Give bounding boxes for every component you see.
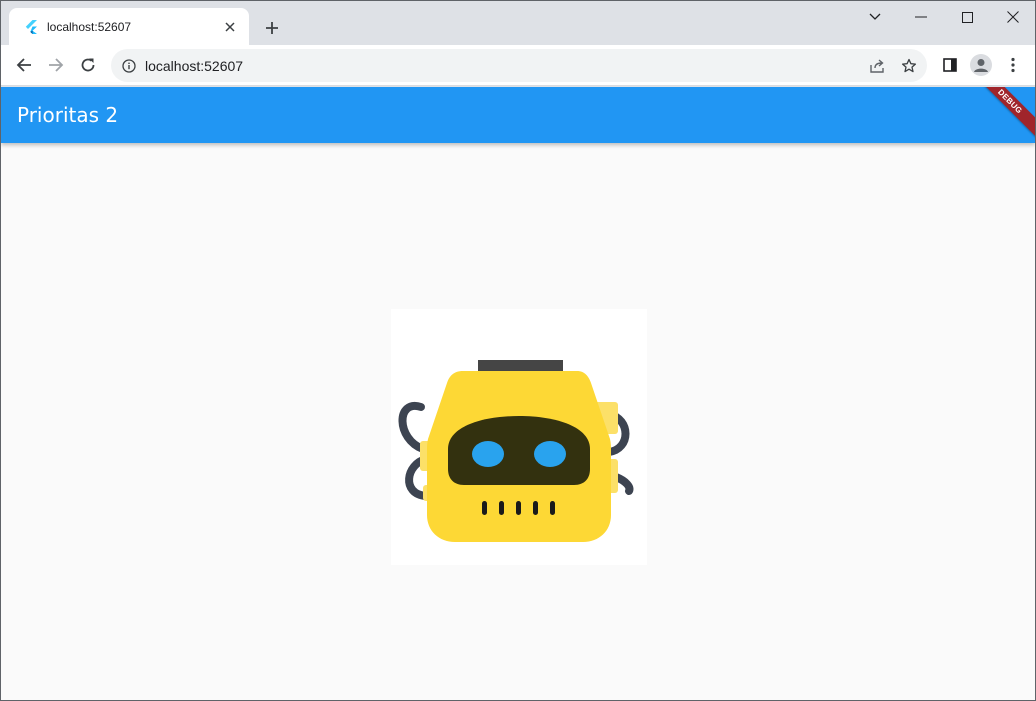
minimize-icon[interactable] bbox=[898, 1, 944, 33]
url-text[interactable]: localhost:52607 bbox=[145, 58, 863, 74]
app-viewport: Prioritas 2 DEBUG bbox=[1, 87, 1035, 700]
star-icon[interactable] bbox=[895, 52, 923, 80]
reload-icon[interactable] bbox=[74, 51, 102, 79]
tab-title: localhost:52607 bbox=[47, 19, 132, 34]
forward-arrow-icon[interactable] bbox=[42, 51, 70, 79]
close-tab-icon[interactable] bbox=[221, 18, 239, 36]
info-icon[interactable] bbox=[121, 58, 137, 74]
tab-search-chevron-down-icon[interactable] bbox=[852, 1, 898, 33]
robot-image bbox=[391, 309, 647, 565]
page-title: Prioritas 2 bbox=[17, 103, 119, 127]
new-tab-icon[interactable] bbox=[259, 15, 285, 41]
share-icon[interactable] bbox=[863, 52, 891, 80]
robot-head-icon bbox=[398, 360, 634, 542]
maximize-icon[interactable] bbox=[944, 1, 990, 33]
address-bar[interactable]: localhost:52607 bbox=[111, 49, 927, 82]
browser-window: localhost:52607 localhost:52607 Priorita… bbox=[0, 0, 1036, 701]
tab-strip: localhost:52607 bbox=[1, 1, 1035, 45]
profile-avatar-icon[interactable] bbox=[967, 51, 995, 79]
browser-tab[interactable]: localhost:52607 bbox=[9, 8, 249, 45]
kebab-menu-icon[interactable] bbox=[999, 51, 1027, 79]
browser-toolbar: localhost:52607 bbox=[1, 45, 1035, 86]
side-panel-icon[interactable] bbox=[936, 51, 964, 79]
flutter-icon bbox=[23, 19, 39, 35]
app-bar: Prioritas 2 bbox=[1, 87, 1035, 143]
close-window-icon[interactable] bbox=[990, 1, 1035, 33]
back-arrow-icon[interactable] bbox=[10, 51, 38, 79]
